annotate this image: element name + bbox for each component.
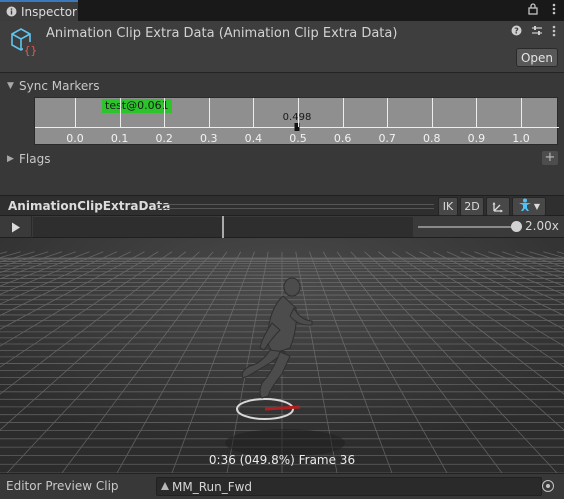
speed-slider-track[interactable] bbox=[418, 226, 516, 228]
svg-text:{}: {} bbox=[24, 44, 37, 57]
drag-handle[interactable] bbox=[156, 204, 434, 209]
timeline-tick-label: 0.5 bbox=[289, 132, 307, 145]
avatar-button[interactable]: ▼ bbox=[512, 197, 546, 216]
open-button[interactable]: Open bbox=[516, 48, 558, 67]
timeline-tick bbox=[431, 98, 433, 127]
editor-preview-clip-label: Editor Preview Clip bbox=[6, 479, 119, 493]
clip-name: MM_Run_Fwd bbox=[172, 479, 253, 494]
play-icon[interactable] bbox=[0, 216, 32, 238]
preview-viewport[interactable]: 0:36 (049.8%) Frame 36 bbox=[0, 238, 564, 473]
tab-label: Inspector bbox=[21, 4, 77, 19]
timeline-tick-label: 0.8 bbox=[423, 132, 441, 145]
scriptable-object-icon: {} bbox=[8, 27, 42, 59]
timeline-tick bbox=[476, 98, 478, 127]
preview-title: AnimationClipExtraData bbox=[8, 199, 171, 213]
sync-marker[interactable]: test@0.061 bbox=[102, 99, 172, 113]
ik-toggle-button[interactable]: IK bbox=[438, 197, 458, 216]
kebab-menu-icon[interactable] bbox=[552, 3, 556, 18]
speed-slider-thumb[interactable] bbox=[511, 221, 522, 232]
presets-icon[interactable] bbox=[531, 25, 543, 40]
foldout-expanded-icon: ▼ bbox=[7, 81, 14, 91]
foldout-collapsed-icon: ▶ bbox=[7, 154, 14, 164]
lock-icon[interactable] bbox=[528, 3, 538, 18]
timeline-tick bbox=[208, 98, 210, 127]
scrubber-playhead[interactable] bbox=[222, 216, 224, 238]
preview-clip-field[interactable]: MM_Run_Fwd bbox=[156, 477, 542, 496]
sync-marker-timeline[interactable]: test@0.061 0.498 0.0 0.1 0.2 0.3 0.4 0.5 0.6 0.… bbox=[34, 97, 559, 145]
preview-clip-row: Editor Preview Clip MM_Run_Fwd bbox=[0, 473, 564, 499]
plus-icon[interactable]: + bbox=[542, 151, 558, 165]
timeline-tick-label: 0.9 bbox=[467, 132, 486, 145]
tab-bar: Inspector bbox=[0, 0, 564, 21]
speed-value: 2.00x bbox=[525, 219, 559, 233]
info-icon bbox=[6, 6, 17, 17]
sync-markers-label: Sync Markers bbox=[19, 79, 100, 93]
timeline-tick bbox=[298, 98, 299, 127]
animation-clip-icon bbox=[161, 480, 169, 494]
timeline-tick-label: 0.1 bbox=[110, 132, 129, 145]
svg-text:?: ? bbox=[514, 27, 519, 36]
timeline-tick bbox=[164, 98, 166, 127]
flags-foldout[interactable]: ▶ Flags bbox=[0, 148, 564, 170]
cursor-value-label: 0.498 bbox=[282, 112, 312, 123]
flags-label: Flags bbox=[19, 152, 51, 166]
timeline-tick-label: 0.0 bbox=[66, 132, 84, 145]
timeline-tick bbox=[521, 98, 522, 127]
timeline-tick-label: 0.2 bbox=[155, 132, 173, 145]
chevron-down-icon: ▼ bbox=[533, 202, 541, 211]
timeline-tick-label: 0.7 bbox=[378, 132, 396, 145]
sync-markers-foldout[interactable]: ▼ Sync Markers bbox=[0, 75, 564, 97]
help-icon[interactable]: ? bbox=[511, 25, 522, 40]
timeline-tick bbox=[342, 98, 344, 127]
inspector-header: {} Animation Clip Extra Data (Animation … bbox=[0, 21, 564, 73]
kebab-menu-icon[interactable] bbox=[552, 25, 556, 40]
timeline-tick bbox=[75, 98, 76, 127]
inspector-title: Animation Clip Extra Data (Animation Cli… bbox=[46, 26, 398, 41]
tab-inspector[interactable]: Inspector bbox=[0, 0, 78, 21]
root-direction-arrow bbox=[264, 405, 301, 411]
timeline-tick-label: 0.6 bbox=[333, 132, 352, 145]
preview-toolbar: AnimationClipExtraData IK 2D ▼ bbox=[0, 195, 564, 216]
timeline-tick bbox=[387, 98, 389, 127]
timeline-tick bbox=[253, 98, 255, 127]
object-picker-icon[interactable] bbox=[542, 480, 554, 492]
viewport-scene bbox=[0, 238, 564, 473]
timeline-tick bbox=[119, 98, 121, 127]
timeline-tick-label: 0.3 bbox=[200, 132, 218, 145]
pivot-icon[interactable] bbox=[486, 197, 510, 216]
timeline-tick-label: 0.4 bbox=[244, 132, 263, 145]
2d-toggle-button[interactable]: 2D bbox=[460, 197, 484, 216]
avatar-icon bbox=[518, 198, 532, 215]
frame-readout: 0:36 (049.8%) Frame 36 bbox=[208, 453, 356, 467]
timeline-tick-label: 1.0 bbox=[512, 132, 530, 145]
